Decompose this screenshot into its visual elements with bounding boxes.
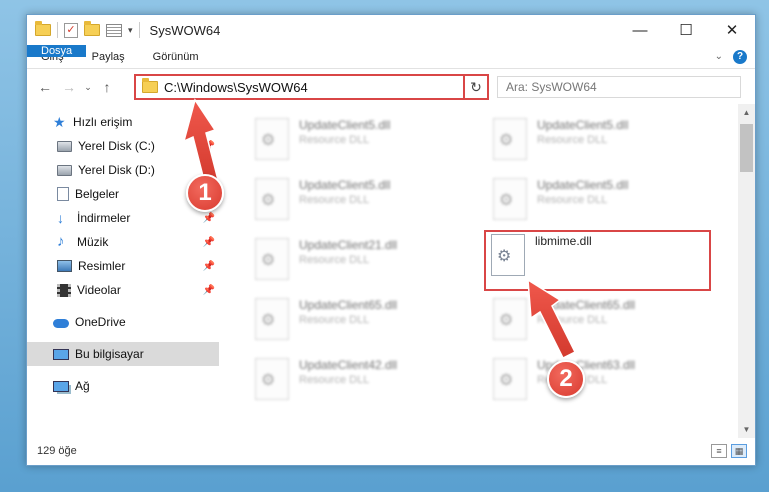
navigation-bar: ← → ⌄ ↑ C:\Windows\SysWOW64 ⌄ ↻ Ara: Sys… [27, 70, 755, 104]
pictures-icon [57, 260, 72, 272]
step-2-badge: 2 [547, 360, 585, 398]
scroll-thumb[interactable] [740, 124, 753, 172]
search-input[interactable]: Ara: SysWOW64 [497, 76, 741, 98]
file-item[interactable]: ⚙ UpdateClient65.dll Resource DLL [493, 298, 635, 340]
scroll-down-icon[interactable]: ▼ [738, 421, 755, 438]
gear-icon: ⚙ [261, 192, 276, 209]
sidebar-item-videos[interactable]: Videolar 📌 [27, 278, 219, 302]
dll-file-icon: ⚙ [493, 178, 527, 220]
file-item[interactable]: ⚙ UpdateClient65.dll Resource DLL [255, 298, 397, 340]
expand-ribbon-icon[interactable]: ⌄ [715, 51, 723, 62]
dll-file-icon: ⚙ [493, 118, 527, 160]
navigation-pane: ★ Hızlı erişim Yerel Disk (C:) 📌 Yerel D… [27, 110, 219, 435]
pin-icon: 📌 [202, 140, 215, 152]
sidebar-item-this-pc[interactable]: Bu bilgisayar [27, 342, 219, 366]
scroll-up-icon[interactable]: ▲ [738, 104, 755, 121]
sidebar-item-downloads[interactable]: ↓ İndirmeler 📌 [27, 206, 219, 230]
file-item[interactable]: ⚙ UpdateClient5.dll Resource DLL [255, 178, 390, 220]
recent-locations-dropdown[interactable]: ⌄ [81, 82, 95, 93]
dll-file-icon: ⚙ [493, 358, 527, 400]
properties-icon[interactable] [106, 23, 122, 37]
download-icon: ↓ [57, 210, 64, 226]
file-item[interactable]: ⚙ UpdateClient5.dll Resource DLL [255, 118, 390, 160]
gear-icon: ⚙ [499, 132, 514, 149]
title-bar: ✓ ▾ SysWOW64 — ☐ ✕ [27, 15, 755, 45]
status-bar: 129 öğe ≡ ▦ [27, 437, 755, 465]
gear-icon: ⚙ [261, 372, 276, 389]
gear-icon: ⚙ [261, 132, 276, 149]
file-item[interactable]: ⚙ UpdateClient5.dll Resource DLL [493, 118, 628, 160]
tab-file[interactable]: Dosya [27, 45, 87, 57]
file-explorer-window: ✓ ▾ SysWOW64 — ☐ ✕ Dosya Giriş Paylaş Gö… [26, 14, 756, 466]
document-icon [57, 187, 69, 201]
close-button[interactable]: ✕ [709, 15, 755, 45]
tab-share[interactable]: Paylaş [78, 45, 139, 68]
file-item[interactable]: ⚙ UpdateClient21.dll Resource DLL [255, 238, 397, 280]
file-item[interactable]: ⚙ UpdateClient42.dll Resource DLL [255, 358, 397, 400]
refresh-button[interactable]: ↻ [463, 74, 489, 100]
sidebar-item-quick-access[interactable]: ★ Hızlı erişim [27, 110, 219, 134]
item-count: 129 öğe [37, 445, 77, 457]
gear-icon: ⚙ [499, 312, 514, 329]
address-bar[interactable]: C:\Windows\SysWOW64 ⌄ [134, 74, 487, 100]
disk-icon [57, 140, 72, 152]
gear-icon: ⚙ [499, 372, 514, 389]
computer-icon [53, 348, 69, 360]
cloud-icon [53, 318, 69, 328]
pin-icon: 📌 [202, 212, 215, 224]
music-icon: ♪ [57, 233, 65, 250]
details-view-icon[interactable]: ≡ [711, 444, 727, 458]
sidebar-item-onedrive[interactable]: OneDrive [27, 310, 219, 334]
pin-icon: 📌 [202, 284, 215, 296]
help-icon[interactable]: ? [733, 49, 747, 64]
address-path[interactable]: C:\Windows\SysWOW64 [164, 80, 467, 95]
pin-icon: 📌 [202, 236, 215, 248]
sidebar-item-local-disk-c[interactable]: Yerel Disk (C:) 📌 [27, 134, 219, 158]
sidebar-item-local-disk-d[interactable]: Yerel Disk (D:) 📌 [27, 158, 219, 182]
tiles-view-icon[interactable]: ▦ [731, 444, 747, 458]
maximize-button[interactable]: ☐ [663, 15, 709, 45]
search-placeholder: Ara: SysWOW64 [506, 80, 597, 94]
step-1-badge: 1 [186, 174, 224, 212]
file-highlight-box [484, 230, 711, 291]
star-icon: ★ [53, 114, 66, 130]
up-arrow-icon[interactable]: ↑ [95, 79, 119, 95]
dll-file-icon: ⚙ [255, 178, 289, 220]
tab-view[interactable]: Görünüm [139, 45, 213, 68]
ribbon-tabs: Dosya Giriş Paylaş Görünüm ⌄ ? [27, 45, 755, 69]
gear-icon: ⚙ [499, 192, 514, 209]
dll-file-icon: ⚙ [255, 238, 289, 280]
window-controls: — ☐ ✕ [617, 15, 755, 45]
folder-icon [35, 21, 51, 36]
video-icon [57, 283, 71, 297]
dll-file-icon: ⚙ [255, 358, 289, 400]
pin-icon: 📌 [202, 260, 215, 272]
back-arrow-icon[interactable]: ← [33, 79, 57, 95]
forward-arrow-icon[interactable]: → [57, 79, 81, 95]
vertical-scrollbar[interactable]: ▲ ▼ [738, 104, 755, 438]
customize-toolbar-dropdown[interactable]: ▾ [128, 25, 133, 36]
window-title: SysWOW64 [149, 22, 221, 38]
quick-access-toolbar: ✓ ▾ [35, 21, 133, 38]
dll-file-icon: ⚙ [255, 118, 289, 160]
new-folder-icon[interactable] [84, 21, 100, 36]
gear-icon: ⚙ [261, 252, 276, 269]
minimize-button[interactable]: — [617, 15, 663, 45]
sidebar-item-pictures[interactable]: Resimler 📌 [27, 254, 219, 278]
file-item[interactable]: ⚙ UpdateClient5.dll Resource DLL [493, 178, 628, 220]
sidebar-item-music[interactable]: ♪ Müzik 📌 [27, 230, 219, 254]
network-icon [53, 380, 69, 392]
disk-icon [57, 164, 72, 176]
dll-file-icon: ⚙ [493, 298, 527, 340]
dll-file-icon: ⚙ [255, 298, 289, 340]
folder-icon [142, 78, 158, 93]
sidebar-item-network[interactable]: Ağ [27, 374, 219, 398]
gear-icon: ⚙ [261, 312, 276, 329]
properties-check-icon[interactable]: ✓ [64, 22, 78, 38]
